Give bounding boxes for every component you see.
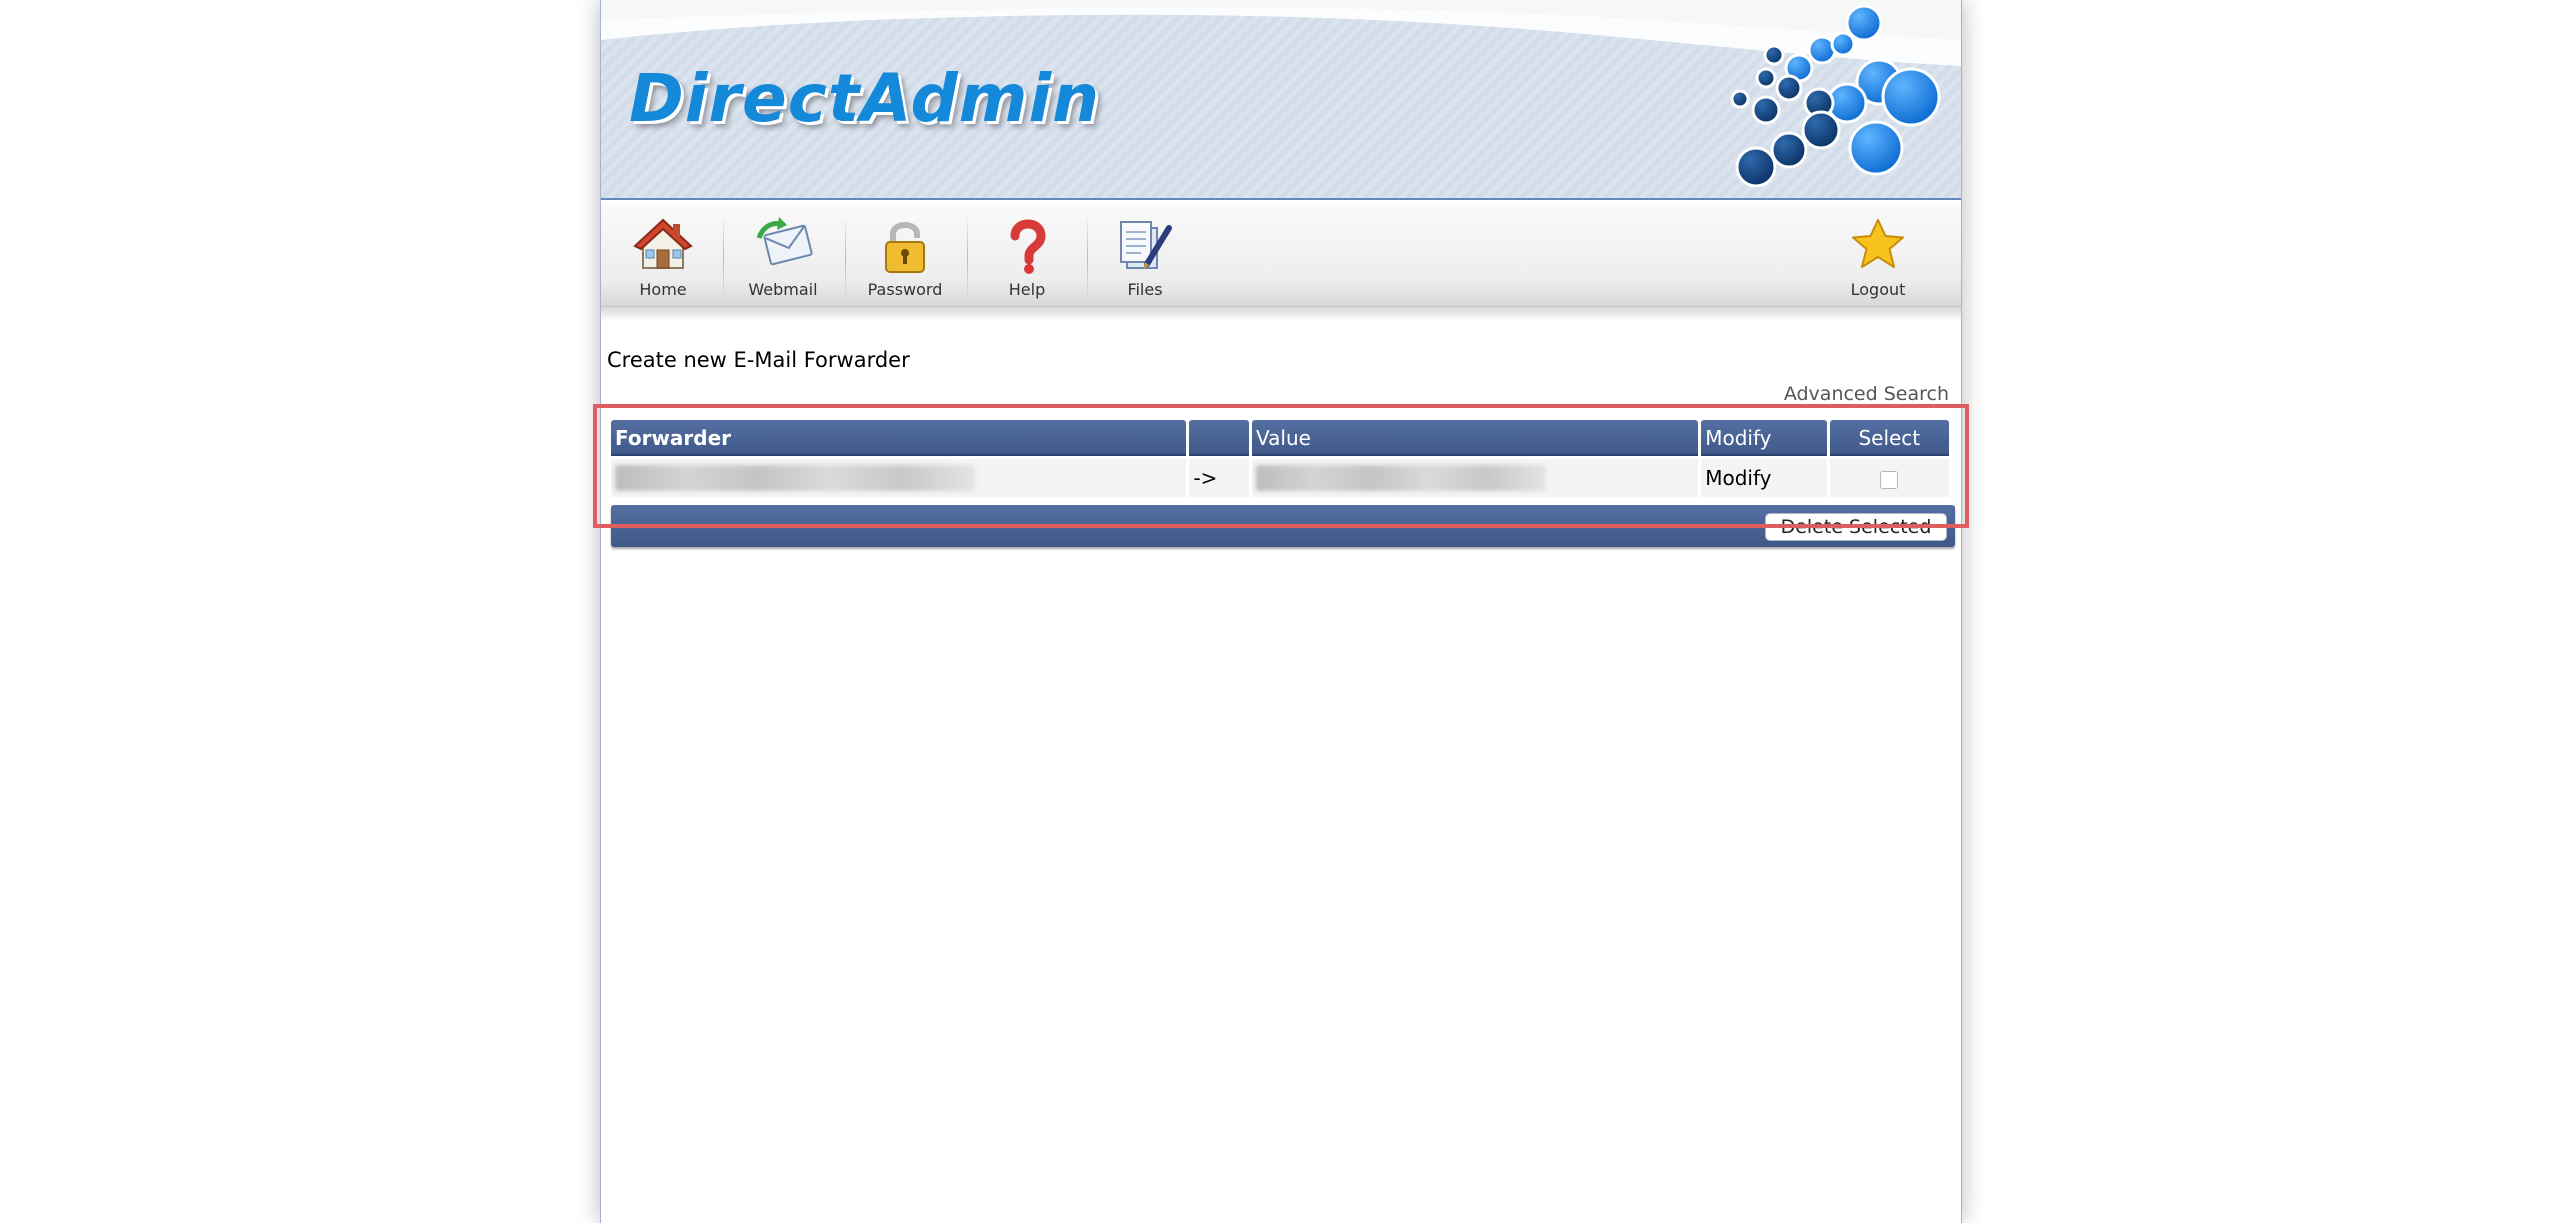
header-modify: Modify xyxy=(1701,420,1827,456)
nav-separator xyxy=(1087,216,1088,302)
nav-home-label: Home xyxy=(639,280,687,299)
header-arrow xyxy=(1189,420,1250,456)
nav-home[interactable]: Home xyxy=(613,204,713,304)
main-nav: Home Webmail Password Help Files Logout xyxy=(601,204,1961,307)
nav-shadow xyxy=(601,307,1961,321)
nav-files-label: Files xyxy=(1127,280,1163,299)
nav-separator xyxy=(723,216,724,302)
directadmin-logo: DirectAdmin xyxy=(629,60,1101,137)
banner-bottom-bar xyxy=(601,198,1961,200)
table-header-row: Forwarder Value Modify Select xyxy=(611,420,1949,456)
home-icon xyxy=(633,216,693,276)
select-cell xyxy=(1829,459,1949,497)
nav-logout[interactable]: Logout xyxy=(1828,204,1928,304)
nav-separator xyxy=(845,216,846,302)
header-forwarder[interactable]: Forwarder xyxy=(611,420,1187,456)
advanced-search-link[interactable]: Advanced Search xyxy=(1784,383,1949,405)
bubbles-decoration xyxy=(1730,4,1941,188)
header-value[interactable]: Value xyxy=(1252,420,1699,456)
table-row: -> Modify xyxy=(611,459,1949,497)
files-icon xyxy=(1115,216,1175,278)
nav-webmail-label: Webmail xyxy=(748,280,818,299)
redacted-value xyxy=(1256,465,1547,492)
nav-separator xyxy=(967,216,968,302)
nav-webmail[interactable]: Webmail xyxy=(733,204,833,304)
forwarders-table: Forwarder Value Modify Select -> Modify xyxy=(608,417,1952,500)
redacted-forwarder xyxy=(615,465,975,492)
banner: DirectAdmin xyxy=(601,0,1961,200)
forwarder-cell xyxy=(611,459,1187,497)
help-icon xyxy=(997,216,1057,278)
nav-help-label: Help xyxy=(1008,280,1046,299)
table-footer-bar: Delete Selected xyxy=(611,505,1955,547)
lock-icon xyxy=(875,216,935,280)
nav-password[interactable]: Password xyxy=(855,204,955,304)
modify-link[interactable]: Modify xyxy=(1701,459,1827,497)
nav-password-label: Password xyxy=(867,280,943,299)
value-cell xyxy=(1252,459,1699,497)
arrow-cell: -> xyxy=(1189,459,1250,497)
page-title[interactable]: Create new E-Mail Forwarder xyxy=(607,348,910,372)
header-select: Select xyxy=(1829,420,1949,456)
select-checkbox[interactable] xyxy=(1880,470,1899,489)
page-container: DirectAdmin Home Webmail Password Help F… xyxy=(593,0,1969,1223)
nav-logout-label: Logout xyxy=(1850,280,1906,299)
nav-files[interactable]: Files xyxy=(1095,204,1195,304)
webmail-icon xyxy=(753,216,813,276)
delete-selected-button[interactable]: Delete Selected xyxy=(1765,513,1947,541)
star-icon xyxy=(1848,216,1908,278)
nav-help[interactable]: Help xyxy=(977,204,1077,304)
